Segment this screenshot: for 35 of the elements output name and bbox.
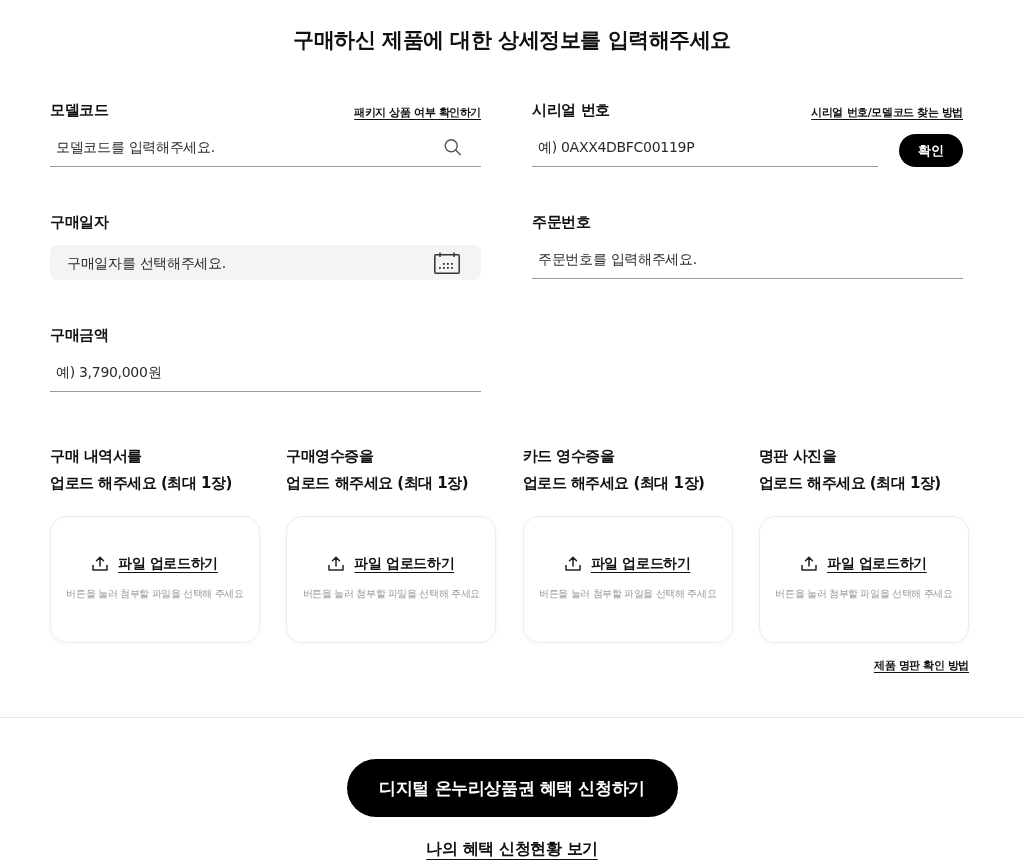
field-label: 시리얼 번호 bbox=[532, 101, 610, 120]
confirm-button[interactable]: 확인 bbox=[899, 134, 963, 167]
upload-heading: 명판 사진을 업로드 해주세요 (최대 1장) bbox=[758, 446, 942, 494]
submit-button[interactable]: 디지털 온누리상품권 혜택 신청하기 bbox=[346, 759, 678, 817]
serial-number-input[interactable]: 예) 0AXX4DBFC00119P bbox=[532, 127, 878, 167]
page-title: 구매하신 제품에 대한 상세정보를 입력해주세요 bbox=[292, 27, 732, 54]
upload-heading: 구매영수증을 업로드 해주세요 (최대 1장) bbox=[286, 446, 470, 494]
upload-button[interactable]: 파일 업로드하기 bbox=[328, 554, 455, 573]
upload-hint: 버튼을 눌러 첨부할 파일을 선택해 주세요 bbox=[66, 586, 244, 601]
upload-icon[interactable] bbox=[92, 556, 109, 571]
upload-heading: 구매 내역서를 업로드 해주세요 (최대 1장) bbox=[50, 446, 233, 494]
field-label: 주문번호 bbox=[532, 213, 591, 232]
status-link[interactable]: 나의 혜택 신청현황 보기 bbox=[426, 839, 598, 860]
text-input[interactable]: 예) 3,790,000원 bbox=[50, 352, 481, 392]
help-link[interactable]: 패키지 상품 여부 확인하기 bbox=[354, 105, 481, 120]
text-input[interactable]: 주문번호를 입력해주세요. bbox=[532, 239, 963, 279]
field-label: 구매금액 bbox=[50, 326, 109, 345]
upload-hint: 버튼을 눌러 첨부할 파일을 선택해 주세요 bbox=[302, 586, 480, 601]
help-link[interactable]: 제품 명판 확인 방법 bbox=[873, 658, 969, 673]
upload-button[interactable]: 파일 업로드하기 bbox=[801, 554, 927, 573]
field-label: 구매일자 bbox=[50, 213, 109, 232]
model-code-input[interactable]: 모델코드를 입력해주세요. bbox=[50, 127, 481, 167]
upload-icon[interactable] bbox=[328, 556, 345, 571]
upload-icon[interactable] bbox=[801, 556, 818, 571]
upload-button[interactable]: 파일 업로드하기 bbox=[92, 554, 218, 573]
field-label: 모델코드 bbox=[50, 101, 109, 120]
upload-heading: 카드 영수증을 업로드 해주세요 (최대 1장) bbox=[522, 446, 706, 494]
upload-button[interactable]: 파일 업로드하기 bbox=[564, 554, 691, 573]
date-field[interactable]: 구매일자를 선택해주세요. bbox=[50, 245, 481, 280]
calendar-icon[interactable] bbox=[434, 251, 460, 274]
upload-hint: 버튼을 눌러 첨부할 파일을 선택해 주세요 bbox=[775, 586, 953, 601]
upload-icon[interactable] bbox=[564, 556, 581, 571]
help-link[interactable]: 시리얼 번호/모델코드 찾는 방법 bbox=[811, 105, 963, 120]
search-icon[interactable] bbox=[444, 138, 461, 156]
upload-hint: 버튼을 눌러 첨부할 파일을 선택해 주세요 bbox=[539, 586, 717, 601]
